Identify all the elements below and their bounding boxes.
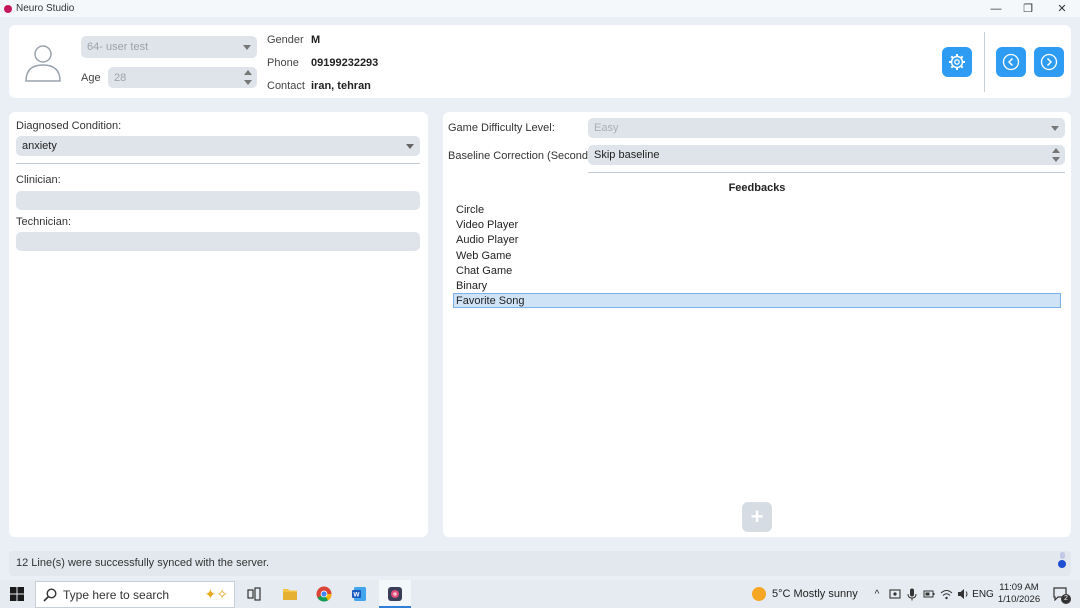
neuro-studio-icon [388, 587, 402, 601]
search-icon [43, 587, 57, 602]
feedback-list-item[interactable]: Video Player [453, 217, 1061, 232]
feedback-list-item[interactable]: Audio Player [453, 232, 1061, 247]
sun-icon [752, 587, 766, 601]
folder-icon [283, 589, 297, 600]
chrome-icon [316, 586, 332, 602]
age-label: Age [81, 72, 101, 84]
language-indicator[interactable]: ENG [972, 580, 994, 608]
spin-down-icon[interactable] [1052, 157, 1060, 162]
status-bar: 12 Line(s) were successfully synced with… [9, 551, 1071, 576]
tray-overflow-button[interactable]: ^ [870, 580, 884, 608]
header-divider [984, 32, 985, 92]
clinician-field[interactable] [16, 191, 420, 210]
contact-label: Contact [267, 80, 305, 92]
volume-icon[interactable] [955, 580, 971, 608]
forward-button[interactable] [1034, 47, 1064, 77]
section-divider [588, 172, 1065, 173]
technician-field[interactable] [16, 232, 420, 251]
meet-now-icon[interactable] [887, 580, 903, 608]
back-button[interactable] [996, 47, 1026, 77]
back-arrow-icon [1002, 53, 1020, 71]
age-value: 28 [114, 71, 127, 84]
phone-value: 09199232293 [311, 57, 379, 69]
clinician-label: Clinician: [16, 174, 61, 186]
diagnosed-condition-label: Diagnosed Condition: [16, 120, 122, 132]
neuro-studio-taskbar-button[interactable] [379, 580, 411, 608]
windows-logo-icon [10, 587, 24, 601]
chevron-down-icon [406, 144, 414, 149]
baseline-spinbox[interactable]: Skip baseline [588, 145, 1065, 165]
clock-date: 1/10/2026 [997, 594, 1041, 605]
phone-label: Phone [267, 57, 299, 69]
task-view-button[interactable] [240, 580, 268, 608]
sparkle-icon: ✦✧ [204, 586, 228, 602]
microphone-icon[interactable] [904, 580, 920, 608]
feedback-list-item[interactable]: Favorite Song [453, 293, 1061, 309]
difficulty-select[interactable]: Easy [588, 118, 1065, 138]
app-icon [4, 4, 12, 13]
spin-up-icon[interactable] [244, 70, 252, 75]
restore-button[interactable]: ❐ [1013, 0, 1043, 17]
chevron-down-icon [243, 45, 251, 50]
feedbacks-title: Feedbacks [728, 182, 786, 194]
difficulty-value: Easy [594, 122, 619, 134]
gender-label: Gender [267, 34, 304, 46]
sync-status-dot [1058, 560, 1066, 568]
age-spinbox[interactable]: 28 [108, 67, 257, 88]
feedback-list-item[interactable]: Circle [453, 202, 1061, 217]
status-message: 12 Line(s) were successfully synced with… [16, 557, 270, 569]
difficulty-label: Game Difficulty Level: [448, 122, 555, 134]
word-icon: W [352, 587, 366, 601]
clock-time: 11:09 AM [999, 582, 1039, 593]
chevron-down-icon [1051, 126, 1059, 131]
baseline-label: Baseline Correction (Seconds): [448, 150, 601, 162]
weather-widget[interactable]: 5°C Mostly sunny [752, 580, 860, 608]
taskbar: Type here to search ✦✧ W 5°C Mostly sunn… [0, 580, 1080, 608]
language-text: ENG [972, 588, 994, 600]
feedback-list-item[interactable]: Web Game [453, 248, 1061, 263]
feedback-list-item[interactable]: Binary [453, 278, 1061, 293]
patient-header-panel: 64- user test Age 28 Gender M Phone 0919… [9, 25, 1071, 98]
gear-icon [949, 54, 965, 70]
task-view-icon [247, 587, 261, 601]
spin-down-icon[interactable] [244, 80, 252, 85]
battery-icon[interactable] [921, 580, 937, 608]
window-title: Neuro Studio [16, 3, 75, 14]
user-select-value: 64- user test [87, 41, 149, 53]
session-settings-panel: Game Difficulty Level: Easy Baseline Cor… [443, 112, 1071, 537]
forward-arrow-icon [1040, 53, 1058, 71]
feedbacks-list: Circle Video Player Audio Player Web Game Ch… [453, 202, 1061, 309]
search-placeholder: Type here to search [63, 587, 170, 602]
wifi-icon[interactable] [938, 580, 954, 608]
feedback-list-item[interactable]: Chat Game [453, 263, 1061, 278]
file-explorer-button[interactable] [276, 580, 304, 608]
patient-info-panel: Diagnosed Condition: anxiety Clinician: … [9, 112, 428, 537]
contact-value: iran, tehran [311, 80, 371, 92]
add-feedback-button[interactable]: + [742, 502, 772, 532]
minimize-button[interactable]: — [981, 0, 1011, 17]
section-divider [16, 163, 420, 164]
user-select[interactable]: 64- user test [81, 36, 257, 58]
notifications-button[interactable]: 2 [1047, 580, 1075, 608]
close-button[interactable]: ✕ [1047, 0, 1077, 17]
technician-label: Technician: [16, 216, 72, 228]
user-avatar-icon [25, 45, 61, 82]
clock[interactable]: 11:09 AM 1/10/2026 [996, 582, 1042, 606]
diagnosed-condition-select[interactable]: anxiety [16, 136, 420, 156]
baseline-value: Skip baseline [594, 149, 660, 161]
svg-text:W: W [353, 592, 360, 599]
gender-value: M [311, 34, 321, 46]
weather-text: 5°C Mostly sunny [772, 588, 858, 600]
notification-count-badge: 2 [1061, 594, 1071, 604]
taskbar-search[interactable]: Type here to search ✦✧ [35, 581, 235, 608]
chrome-button[interactable] [310, 580, 338, 608]
chevron-up-icon: ^ [874, 588, 880, 600]
title-bar: Neuro Studio — ❐ ✕ [0, 0, 1080, 17]
start-button[interactable] [0, 580, 34, 608]
sync-indicator-icon [1060, 552, 1065, 559]
diagnosed-condition-value: anxiety [22, 140, 57, 152]
settings-button[interactable] [942, 47, 972, 77]
word-button[interactable]: W [345, 580, 373, 608]
spin-up-icon[interactable] [1052, 148, 1060, 153]
